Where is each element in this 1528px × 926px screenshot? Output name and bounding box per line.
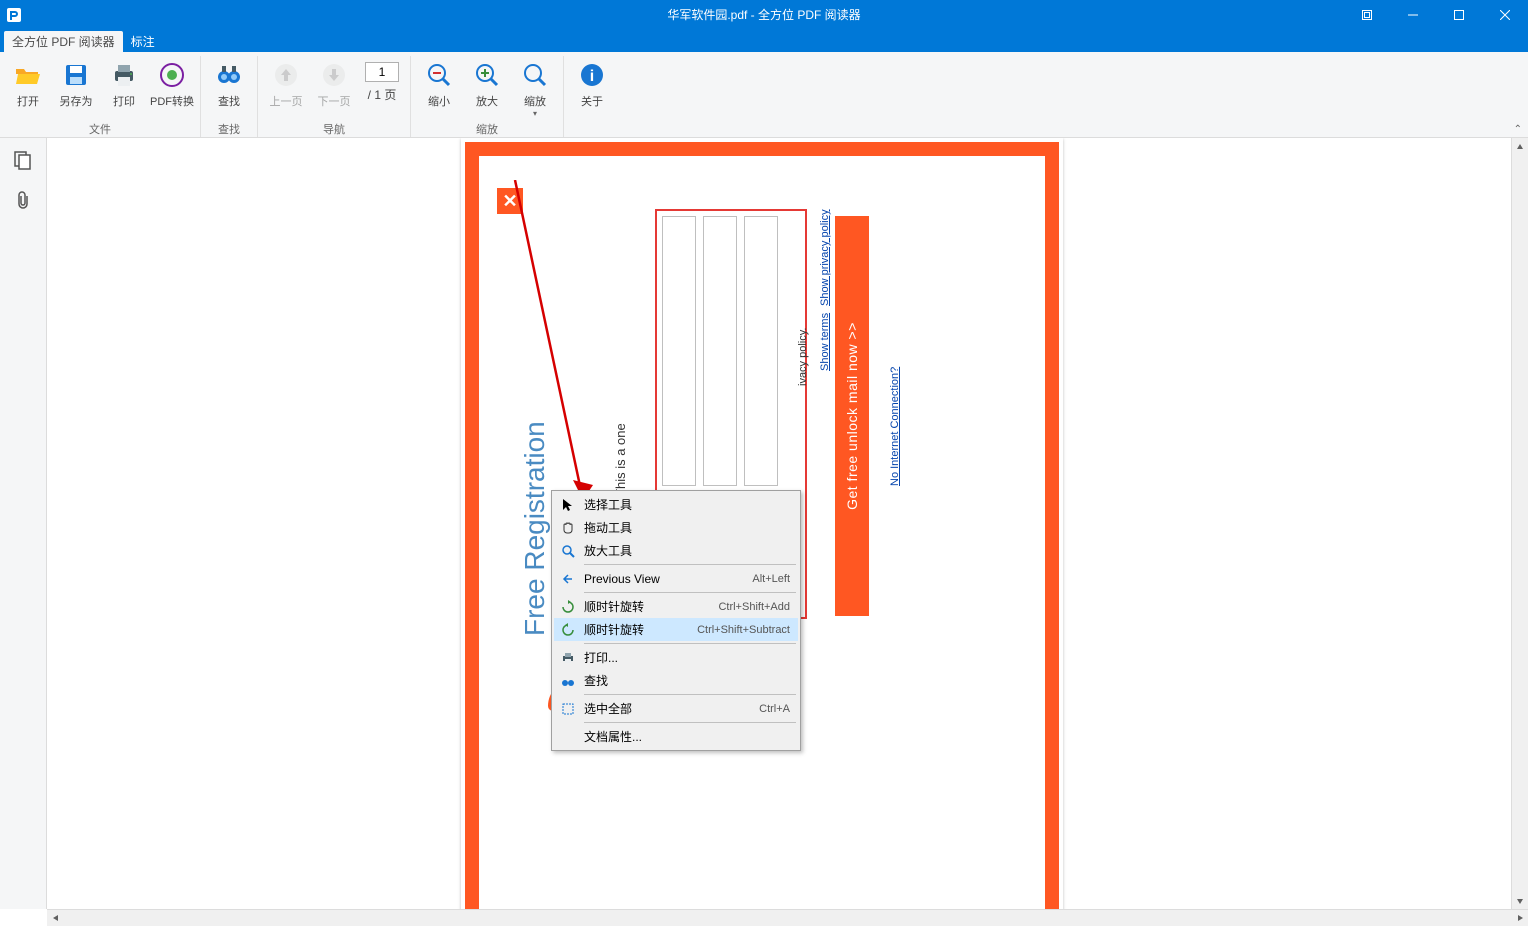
zoom-out-icon <box>423 59 455 91</box>
registration-title: Free Registration <box>519 421 551 636</box>
scroll-left-button[interactable] <box>47 910 64 926</box>
tab-reader[interactable]: 全方位 PDF 阅读器 <box>4 31 123 52</box>
pages-panel-button[interactable] <box>7 146 39 174</box>
print-button[interactable]: 打印 <box>102 56 146 110</box>
zoom-icon <box>519 59 551 91</box>
paperclip-icon <box>13 190 33 210</box>
cm-doc-properties[interactable]: 文档属性... <box>554 725 798 748</box>
scroll-right-button[interactable] <box>1511 910 1528 926</box>
collapse-ribbon-button[interactable]: ⌃ <box>1514 124 1522 135</box>
form-input-2 <box>703 216 737 486</box>
dialog-close-icon: ✕ <box>497 188 523 214</box>
auxiliary-button[interactable] <box>1344 0 1390 29</box>
next-page-button[interactable]: 下一页 <box>312 56 356 110</box>
zoom-in-icon <box>471 59 503 91</box>
cm-previous-view[interactable]: Previous View Alt+Left <box>554 567 798 590</box>
zoom-button[interactable]: 缩放 ▾ <box>513 56 557 119</box>
app-logo-icon <box>0 0 28 29</box>
cm-print[interactable]: 打印... <box>554 646 798 669</box>
attachments-panel-button[interactable] <box>7 186 39 214</box>
minimize-button[interactable] <box>1390 0 1436 29</box>
pages-icon <box>13 150 33 170</box>
tab-annotate[interactable]: 标注 <box>123 31 163 52</box>
maximize-button[interactable] <box>1436 0 1482 29</box>
cm-rotate-cw[interactable]: 顺时针旋转 Ctrl+Shift+Add <box>554 595 798 618</box>
save-as-button[interactable]: 另存为 <box>54 56 98 110</box>
cm-rotate-ccw[interactable]: 顺时针旋转 Ctrl+Shift+Subtract <box>554 618 798 641</box>
ribbon: 打开 另存为 打印 PDF转换 文件 查找 查找 <box>0 52 1528 138</box>
cm-find[interactable]: 查找 <box>554 669 798 692</box>
printer-mini-icon <box>558 648 578 668</box>
ribbon-group-find: 查找 查找 <box>201 56 258 137</box>
menu-separator <box>584 643 796 644</box>
svg-text:i: i <box>590 68 594 85</box>
close-button[interactable] <box>1482 0 1528 29</box>
ribbon-group-zoom-label: 缩放 <box>476 121 498 137</box>
select-all-icon <box>558 699 578 719</box>
cm-select-all[interactable]: 选中全部 Ctrl+A <box>554 697 798 720</box>
pdf-viewer[interactable]: ✕ Free Registration e using it. This is … <box>47 138 1528 909</box>
ribbon-group-zoom: 缩小 放大 缩放 ▾ 缩放 <box>411 56 564 137</box>
show-privacy-link: Show privacy policy <box>819 209 831 306</box>
ribbon-group-file-label: 文件 <box>89 121 111 137</box>
ribbon-group-find-label: 查找 <box>218 121 240 137</box>
about-button[interactable]: i 关于 <box>570 56 614 110</box>
hand-icon <box>558 518 578 538</box>
cursor-icon <box>558 495 578 515</box>
page-number-column: / 1 页 <box>360 56 404 103</box>
scroll-down-button[interactable] <box>1512 892 1528 909</box>
show-terms-link: Show terms <box>819 313 831 371</box>
arrow-up-icon <box>270 59 302 91</box>
zoom-in-button[interactable]: 放大 <box>465 56 509 110</box>
menu-separator <box>584 722 796 723</box>
open-button[interactable]: 打开 <box>6 56 50 110</box>
zoom-out-button[interactable]: 缩小 <box>417 56 461 110</box>
privacy-policy-text: ivacy policy. <box>797 328 809 386</box>
scroll-track[interactable] <box>1512 155 1528 892</box>
ribbon-tab-bar: 全方位 PDF 阅读器 标注 <box>0 29 1528 52</box>
back-arrow-icon <box>558 569 578 589</box>
rotate-ccw-icon <box>558 620 578 640</box>
ribbon-group-about: i 关于 <box>564 56 620 137</box>
sidebar <box>0 138 47 909</box>
binoculars-icon <box>213 59 245 91</box>
cm-zoom-tool[interactable]: 放大工具 <box>554 539 798 562</box>
title-bar: 华军软件园.pdf - 全方位 PDF 阅读器 <box>0 0 1528 29</box>
menu-separator <box>584 694 796 695</box>
pdf-convert-icon <box>156 59 188 91</box>
cta-button: Get free unlock mail now >> <box>835 216 869 616</box>
cm-drag-tool[interactable]: 拖动工具 <box>554 516 798 539</box>
convert-button[interactable]: PDF转换 <box>150 56 194 110</box>
ribbon-group-nav-label: 导航 <box>323 121 345 137</box>
arrow-down-icon <box>318 59 350 91</box>
workspace: ✕ Free Registration e using it. This is … <box>0 138 1528 909</box>
printer-icon <box>108 59 140 91</box>
ribbon-group-nav: 上一页 下一页 / 1 页 导航 <box>258 56 411 137</box>
binoculars-mini-icon <box>558 671 578 691</box>
folder-open-icon <box>12 59 44 91</box>
horizontal-scrollbar[interactable] <box>47 909 1528 926</box>
form-input-3 <box>744 216 778 486</box>
menu-separator <box>584 592 796 593</box>
form-input-1 <box>662 216 696 486</box>
window-controls <box>1344 0 1528 29</box>
find-button[interactable]: 查找 <box>207 56 251 110</box>
no-internet-link: No Internet Connection? <box>889 367 901 486</box>
hscroll-track[interactable] <box>64 910 1511 926</box>
magnifier-icon <box>558 541 578 561</box>
chevron-down-icon: ▾ <box>533 109 537 118</box>
page-number-input[interactable] <box>365 62 399 82</box>
save-icon <box>60 59 92 91</box>
scroll-up-button[interactable] <box>1512 138 1528 155</box>
ribbon-group-file: 打开 另存为 打印 PDF转换 文件 <box>0 56 201 137</box>
cm-select-tool[interactable]: 选择工具 <box>554 493 798 516</box>
window-title: 华军软件园.pdf - 全方位 PDF 阅读器 <box>667 6 860 23</box>
info-icon: i <box>576 59 608 91</box>
page-total-label: / 1 页 <box>368 86 397 103</box>
rotate-cw-icon <box>558 597 578 617</box>
menu-separator <box>584 564 796 565</box>
vertical-scrollbar[interactable] <box>1511 138 1528 909</box>
prev-page-button[interactable]: 上一页 <box>264 56 308 110</box>
context-menu: 选择工具 拖动工具 放大工具 Previous View Alt+Left 顺时… <box>551 490 801 751</box>
